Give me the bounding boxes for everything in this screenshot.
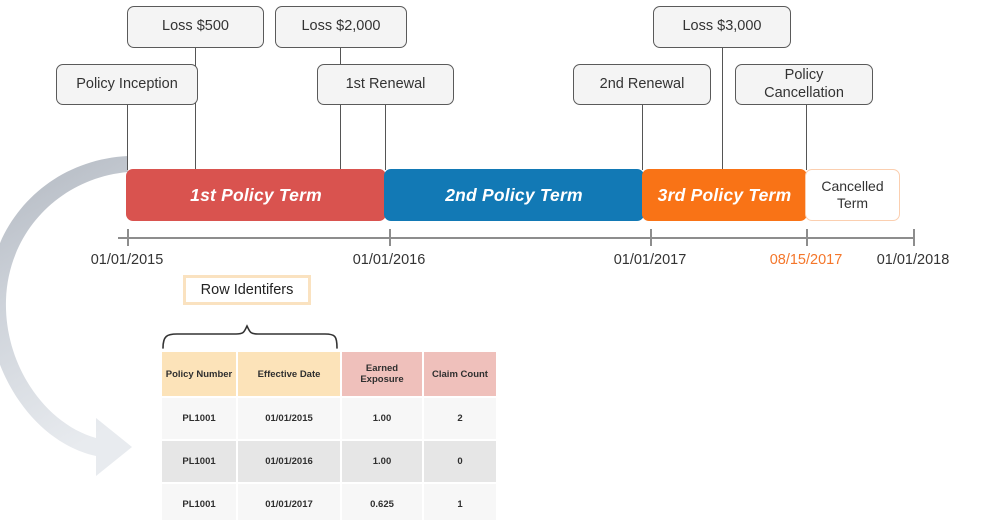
axis-tick-2017 xyxy=(650,229,652,246)
row-identifiers-brace xyxy=(162,324,338,349)
event-label-loss-500: Loss $500 xyxy=(162,18,229,35)
cell-policy-number: PL1001 xyxy=(162,398,236,439)
table-row[interactable]: PL1001 01/01/2016 1.00 0 xyxy=(162,441,496,482)
policy-term-label-1: 1st Policy Term xyxy=(190,184,322,205)
axis-tick-2018 xyxy=(913,229,915,246)
event-box-second-renewal[interactable]: 2nd Renewal xyxy=(573,64,711,105)
event-box-policy-cancellation[interactable]: Policy Cancellation xyxy=(735,64,873,105)
axis-label-text-2018: 01/01/2018 xyxy=(876,252,950,268)
cell-effective-date: 01/01/2016 xyxy=(238,441,340,482)
event-label-second-renewal: 2nd Renewal xyxy=(599,75,685,92)
table-row[interactable]: PL1001 01/01/2017 0.625 1 xyxy=(162,484,496,520)
table-header-row: Policy Number Effective Date Earned Expo… xyxy=(162,352,496,396)
diagram-canvas: Loss $500 Loss $2,000 Loss $3,000 Policy… xyxy=(0,0,998,520)
policy-term-label-3: 3rd Policy Term xyxy=(657,184,792,205)
axis-tick-2016 xyxy=(389,229,391,246)
event-box-first-renewal[interactable]: 1st Renewal xyxy=(317,64,454,105)
connector-line-first-renewal xyxy=(385,104,386,170)
axis-label-2017: 01/01/2017 xyxy=(590,252,710,268)
event-label-loss-3000: Loss $3,000 xyxy=(682,18,762,35)
cell-policy-number: PL1001 xyxy=(162,441,236,482)
event-label-policy-inception: Policy Inception xyxy=(76,75,178,92)
table-header-earned-exposure[interactable]: Earned Exposure xyxy=(342,352,422,396)
cancelled-term-label-line1: Cancelled xyxy=(821,178,884,195)
axis-tick-2015 xyxy=(127,229,129,246)
event-label-first-renewal: 1st Renewal xyxy=(345,75,426,92)
axis-label-2016: 01/01/2016 xyxy=(329,252,449,268)
axis-label-text-2016: 01/01/2016 xyxy=(352,252,426,268)
axis-label-text-cancel-date: 08/15/2017 xyxy=(769,252,843,268)
row-identifiers-label: Row Identifers xyxy=(200,282,294,298)
policy-term-label-2: 2nd Policy Term xyxy=(445,184,583,205)
cell-earned-exposure: 1.00 xyxy=(342,441,422,482)
cell-effective-date: 01/01/2017 xyxy=(238,484,340,520)
cell-policy-number: PL1001 xyxy=(162,484,236,520)
curved-flow-arrow xyxy=(0,156,132,476)
cell-claim-count: 2 xyxy=(424,398,496,439)
event-label-policy-cancellation-line1: Policy xyxy=(784,67,824,84)
axis-label-text-2015: 01/01/2015 xyxy=(90,252,164,268)
policy-data-table: Policy Number Effective Date Earned Expo… xyxy=(160,350,498,520)
cell-effective-date: 01/01/2015 xyxy=(238,398,340,439)
axis-label-2018: 01/01/2018 xyxy=(853,252,973,268)
table-header-effective-date[interactable]: Effective Date xyxy=(238,352,340,396)
cell-earned-exposure: 1.00 xyxy=(342,398,422,439)
connector-line-second-renewal xyxy=(642,104,643,170)
table-header-policy-number[interactable]: Policy Number xyxy=(162,352,236,396)
policy-term-bar-3[interactable]: 3rd Policy Term xyxy=(642,169,807,221)
connector-line-policy-cancellation xyxy=(806,104,807,170)
row-identifiers-callout[interactable]: Row Identifers xyxy=(183,275,311,305)
connector-line-loss-3000 xyxy=(722,46,723,170)
event-label-policy-cancellation-line2: Cancellation xyxy=(764,84,844,101)
policy-term-bar-1[interactable]: 1st Policy Term xyxy=(126,169,386,221)
axis-tick-cancel-date xyxy=(806,229,808,246)
event-box-policy-inception[interactable]: Policy Inception xyxy=(56,64,198,105)
cell-claim-count: 1 xyxy=(424,484,496,520)
timeline-axis-line xyxy=(118,237,915,239)
connector-line-policy-inception xyxy=(127,104,128,170)
axis-label-cancel-date: 08/15/2017 xyxy=(746,252,866,268)
cell-claim-count: 0 xyxy=(424,441,496,482)
cancelled-term-label-line2: Term xyxy=(836,195,869,211)
cell-earned-exposure: 0.625 xyxy=(342,484,422,520)
policy-term-bar-cancelled[interactable]: Cancelled Term xyxy=(805,169,900,221)
event-label-loss-2000: Loss $2,000 xyxy=(301,18,381,35)
event-box-loss-2000[interactable]: Loss $2,000 xyxy=(275,6,407,48)
event-box-loss-500[interactable]: Loss $500 xyxy=(127,6,264,48)
policy-term-bar-2[interactable]: 2nd Policy Term xyxy=(384,169,644,221)
axis-label-2015: 01/01/2015 xyxy=(67,252,187,268)
table-header-claim-count[interactable]: Claim Count xyxy=(424,352,496,396)
axis-label-text-2017: 01/01/2017 xyxy=(613,252,687,268)
table-row[interactable]: PL1001 01/01/2015 1.00 2 xyxy=(162,398,496,439)
event-box-loss-3000[interactable]: Loss $3,000 xyxy=(653,6,791,48)
